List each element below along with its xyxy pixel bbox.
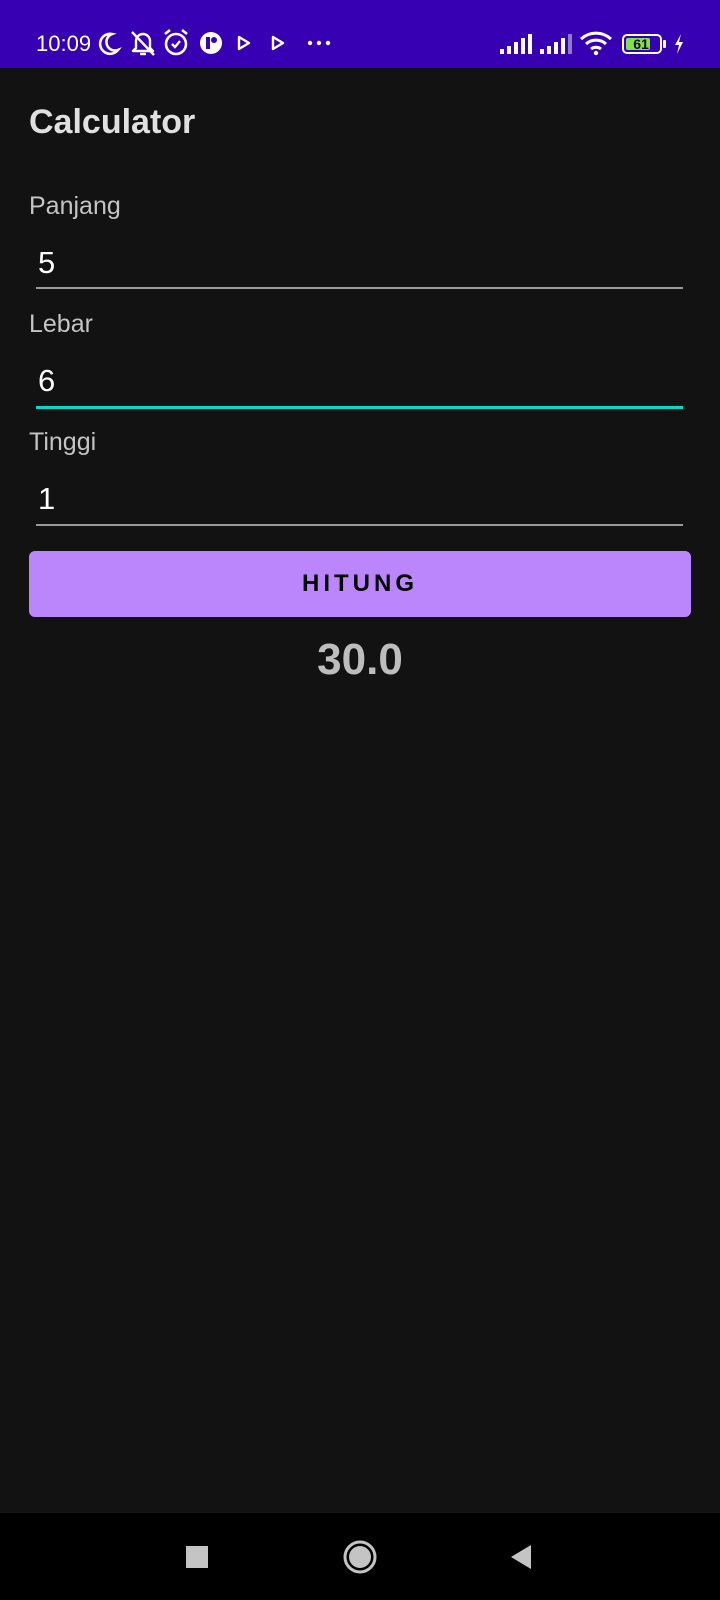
tinggi-input[interactable]: 1: [36, 479, 683, 523]
signal-icon: [500, 34, 532, 54]
battery-level-text: 61: [633, 36, 649, 52]
play-icon: [237, 35, 251, 51]
lebar-input[interactable]: 6: [36, 361, 683, 405]
hitung-button[interactable]: HITUNG: [29, 551, 691, 617]
lebar-underline-focused: [36, 406, 683, 409]
lebar-label: Lebar: [29, 310, 93, 338]
signal-icon: [540, 34, 572, 54]
tinggi-underline: [36, 524, 683, 526]
panjang-label: Panjang: [29, 192, 121, 220]
tinggi-label: Tinggi: [29, 428, 97, 456]
more-dots-icon: [307, 40, 331, 46]
panjang-input[interactable]: 5: [36, 243, 683, 287]
result-text: 30.0: [317, 635, 403, 684]
moon-icon: [98, 32, 122, 56]
charging-icon: [675, 34, 683, 54]
panjang-underline: [36, 287, 683, 289]
app-icon: [200, 32, 222, 54]
status-bar: 10:09 61: [0, 0, 720, 68]
home-icon[interactable]: [338, 1535, 382, 1579]
status-time: 10:09: [36, 31, 92, 56]
wifi-icon: [579, 31, 613, 56]
back-icon[interactable]: [499, 1535, 543, 1579]
app-title: Calculator: [29, 103, 196, 141]
bell-off-icon: [131, 31, 155, 56]
navigation-bar: [0, 1513, 720, 1600]
alarm-icon: [164, 28, 188, 56]
recents-icon[interactable]: [175, 1535, 219, 1579]
play-icon: [271, 35, 285, 51]
